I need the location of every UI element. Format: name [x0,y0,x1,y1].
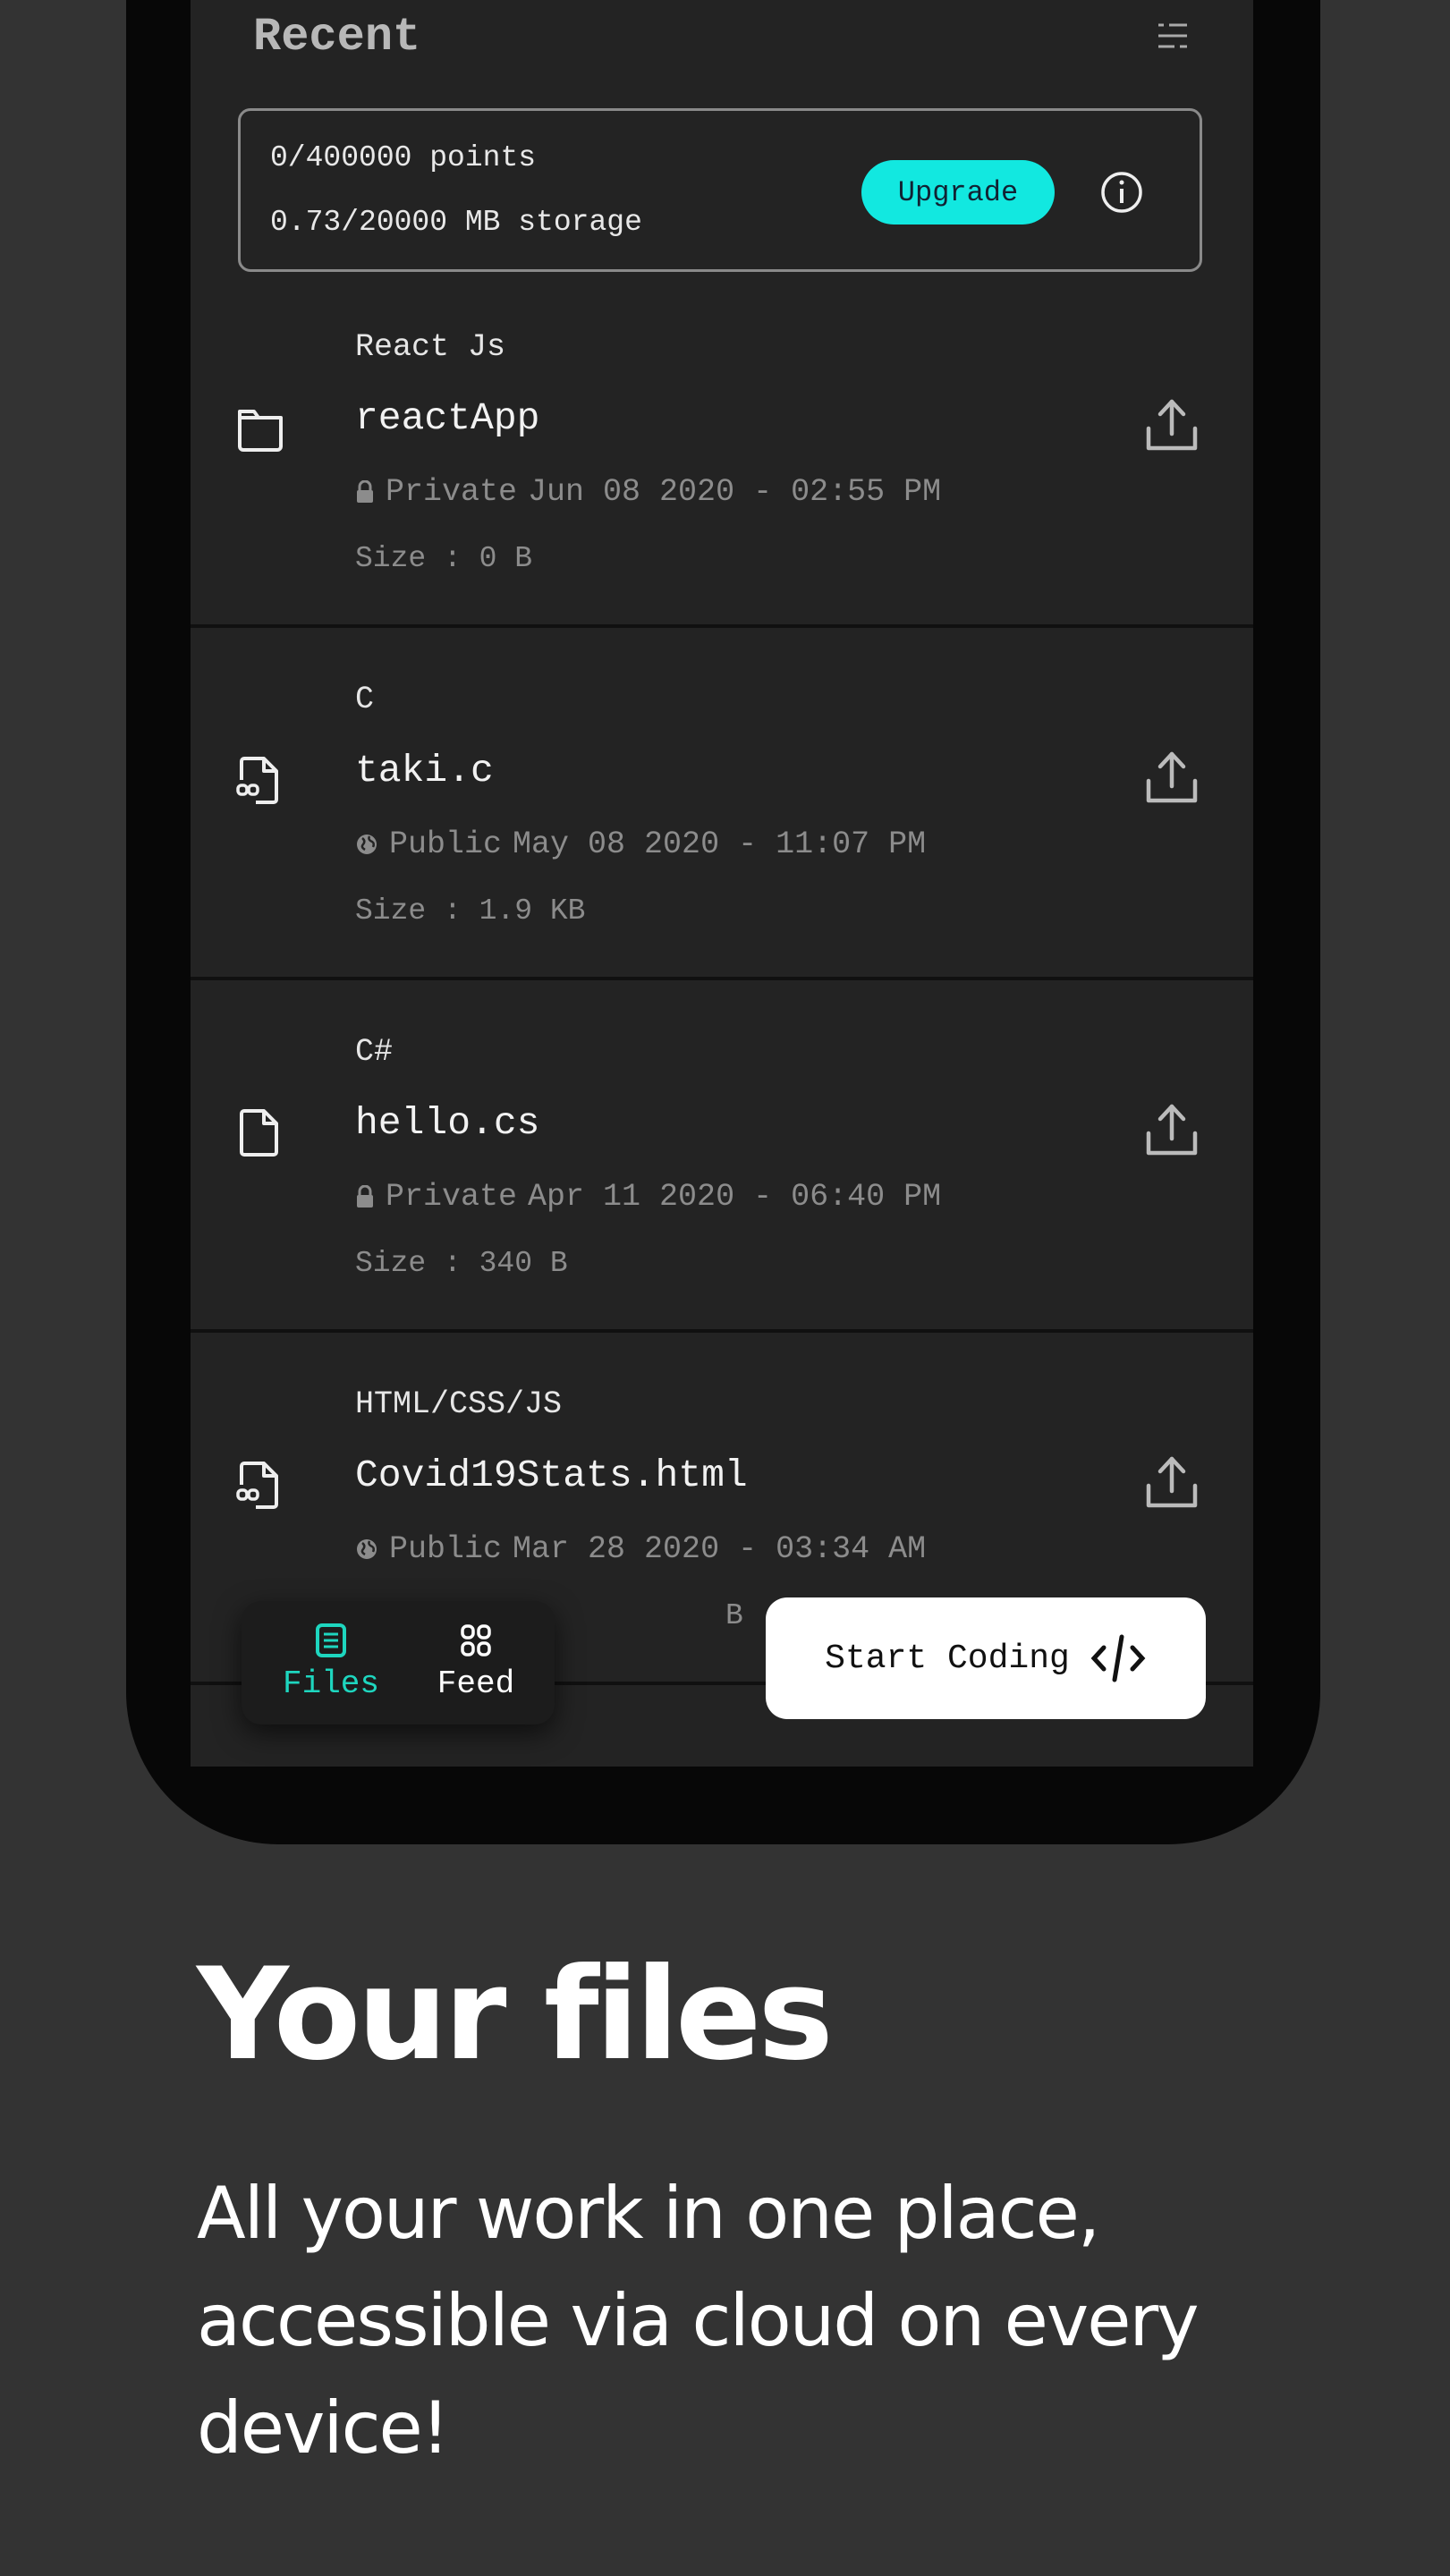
file-name: reactApp [355,396,540,440]
file-visibility: Private [386,1179,518,1215]
file-meta: Public May 08 2020 - 11:07 PM [355,826,926,862]
share-button[interactable] [1144,396,1200,455]
file-meta: Public Mar 28 2020 - 03:34 AM [355,1531,926,1567]
start-coding-label: Start Coding [825,1639,1070,1678]
file-date: Apr 11 2020 - 06:40 PM [528,1179,942,1215]
info-circle-icon[interactable] [1099,170,1144,215]
file-visibility: Public [389,826,503,862]
tab-files[interactable]: Files [268,1623,394,1702]
list-icon [316,1623,346,1657]
upgrade-button[interactable]: Upgrade [861,160,1055,225]
code-file-icon [235,1458,285,1512]
tab-files-label: Files [282,1665,380,1702]
file-name: taki.c [355,749,494,792]
promo-title: Your files [197,1941,834,2089]
share-icon[interactable] [1144,1453,1200,1513]
file-date: Jun 08 2020 - 02:55 PM [528,474,942,510]
lock-icon [357,1185,373,1208]
share-button[interactable] [1144,1101,1200,1160]
file-date: May 08 2020 - 11:07 PM [513,826,927,862]
file-list-item[interactable]: Ctaki.c Public May 08 2020 - 11:07 PM Size … [191,628,1253,980]
share-icon[interactable] [1144,1101,1200,1160]
share-icon[interactable] [1144,396,1200,455]
file-name: hello.cs [355,1101,540,1145]
file-language: HTML/CSS/JS [355,1386,563,1422]
file-size: Size : 1.9 KB [355,894,586,928]
file-size: Size : 340 B [355,1247,568,1280]
file-list-item[interactable]: C# hello.cs Private Apr 11 2020 - 06:40 PM S… [191,980,1253,1333]
file-name: Covid19Stats.html [355,1453,748,1497]
file-list-item[interactable]: React Js reactApp Private Jun 08 2020 - 02:… [191,275,1253,628]
grid-icon [461,1624,491,1657]
page-title: Recent [253,11,421,64]
file-meta: Private Jun 08 2020 - 02:55 PM [355,474,941,510]
file-icon [235,1106,285,1159]
file-language: React Js [355,329,506,365]
points-usage: 0/400000 points [270,141,537,174]
storage-usage: 0.73/20000 MB storage [270,206,642,239]
file-size: B [725,1599,743,1632]
share-icon[interactable] [1144,749,1200,808]
file-meta: Private Apr 11 2020 - 06:40 PM [355,1179,941,1215]
app-screen: Recent 0/400000 points 0.73/20000 MB sto… [191,0,1253,1767]
folder-icon [235,401,285,454]
lock-icon [357,480,373,503]
promo-body: All your work in one place, accessible v… [197,2172,1200,2470]
tab-feed[interactable]: Feed [413,1623,538,1702]
usage-card: 0/400000 points 0.73/20000 MB storage Up… [238,108,1202,272]
start-coding-button[interactable]: Start Coding [766,1597,1206,1719]
code-file-icon [235,753,285,807]
tab-feed-label: Feed [437,1665,515,1702]
file-date: Mar 28 2020 - 03:34 AM [513,1531,927,1567]
globe-icon [357,1539,377,1559]
bottom-nav: Files Feed [242,1601,555,1724]
share-button[interactable] [1144,1453,1200,1513]
file-language: C [355,682,375,717]
file-language: C# [355,1034,394,1070]
file-visibility: Private [386,474,518,510]
code-brackets-icon [1090,1634,1146,1682]
file-visibility: Public [389,1531,503,1567]
file-size: Size : 0 B [355,542,533,575]
share-button[interactable] [1144,749,1200,808]
globe-icon [357,835,377,854]
sort-lines-icon[interactable] [1155,18,1191,54]
